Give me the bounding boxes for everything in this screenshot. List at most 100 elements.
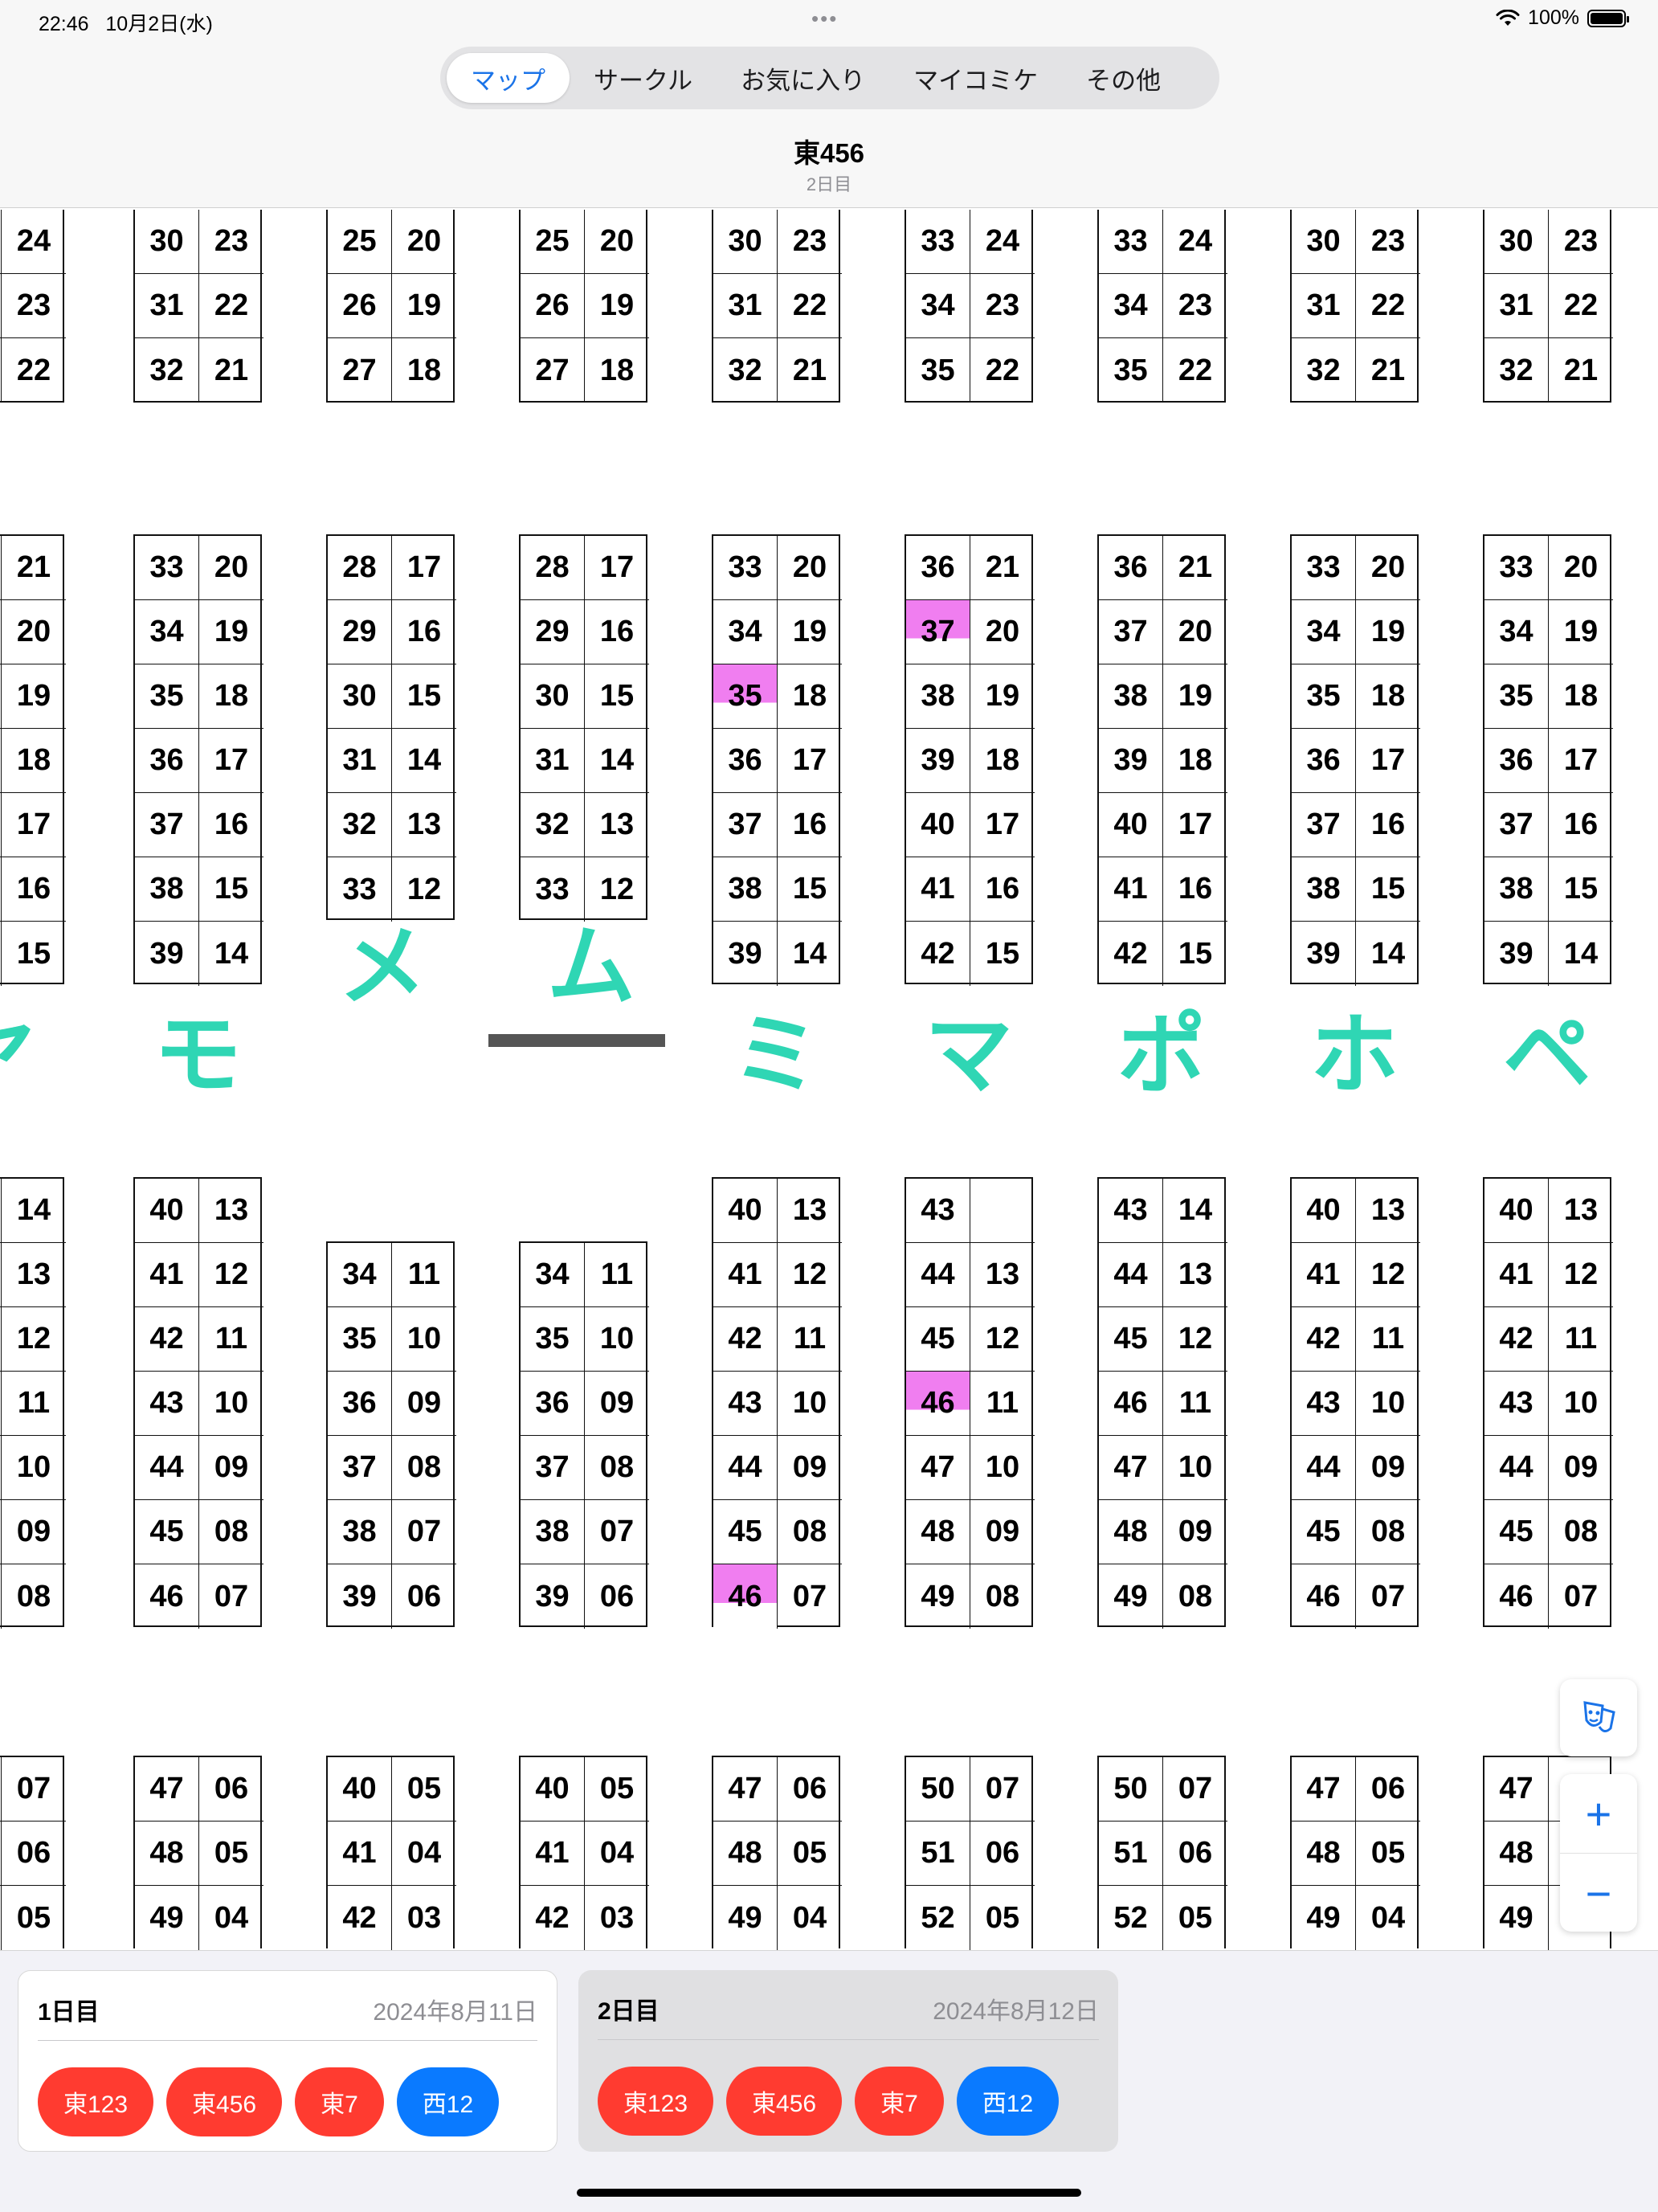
booth-cell[interactable]: 33 (328, 857, 392, 922)
booth-cell[interactable]: 20 (392, 210, 456, 274)
booth-cell[interactable]: 32 (521, 793, 585, 857)
booth-cell[interactable]: 21 (199, 338, 263, 403)
booth-cell[interactable]: 33 (1484, 536, 1549, 600)
booth-cell[interactable]: 29 (521, 600, 585, 664)
booth-cell[interactable]: 41 (521, 1822, 585, 1886)
booth-cell[interactable]: 09 (970, 1500, 1035, 1564)
booth-cell[interactable]: 05 (970, 1886, 1035, 1950)
booth-cell[interactable]: 16 (1356, 793, 1420, 857)
booth-cell[interactable]: 12 (1356, 1243, 1420, 1307)
booth-cell[interactable]: 11 (2, 1372, 66, 1436)
booth-cell[interactable]: 32 (1292, 338, 1356, 403)
booth-cell[interactable]: 20 (585, 210, 649, 274)
booth-cell[interactable]: 45 (906, 1307, 970, 1372)
booth-cell[interactable]: 37 (1292, 793, 1356, 857)
booth-cell[interactable]: 35 (1484, 664, 1549, 729)
booth-cell[interactable]: 14 (392, 729, 456, 793)
booth-cell[interactable]: 18 (1549, 664, 1613, 729)
booth-cell[interactable]: 17 (2, 793, 66, 857)
booth-cell[interactable]: 09 (199, 1436, 263, 1500)
booth-cell[interactable]: 34 (521, 1243, 585, 1307)
tab-other[interactable]: その他 (1062, 53, 1185, 103)
booth-cell[interactable]: 18 (1356, 664, 1420, 729)
booth-cell[interactable]: 18 (392, 338, 456, 403)
booth-cell[interactable]: 12 (585, 857, 649, 922)
booth-cell[interactable]: 18 (199, 664, 263, 729)
booth-cell[interactable]: 40 (328, 1757, 392, 1822)
booth-cell[interactable]: 31 (135, 274, 199, 338)
booth-cell[interactable]: 38 (713, 857, 778, 922)
booth-cell[interactable]: 13 (1356, 1179, 1420, 1243)
booth-cell[interactable]: 08 (970, 1564, 1035, 1629)
booth-cell[interactable]: 11 (199, 1307, 263, 1372)
booth-cell[interactable]: 07 (2, 1757, 66, 1822)
booth-cell[interactable]: 13 (1163, 1243, 1227, 1307)
booth-cell[interactable]: 04 (392, 1822, 456, 1886)
booth-cell[interactable]: 13 (585, 793, 649, 857)
booth-cell[interactable]: 32 (713, 338, 778, 403)
booth-cell[interactable]: 50 (1099, 1757, 1163, 1822)
booth-cell[interactable]: 16 (2, 857, 66, 922)
booth-cell[interactable]: 20 (1549, 536, 1613, 600)
booth-cell[interactable]: 07 (392, 1500, 456, 1564)
booth-cell[interactable]: 04 (778, 1886, 842, 1950)
booth-cell[interactable]: 10 (2, 1436, 66, 1500)
booth-cell[interactable]: 39 (135, 922, 199, 986)
booth-cell[interactable]: 40 (713, 1179, 778, 1243)
booth-cell[interactable]: 38 (328, 1500, 392, 1564)
booth-cell[interactable]: 09 (585, 1372, 649, 1436)
booth-cell[interactable]: 19 (1549, 600, 1613, 664)
booth-cell[interactable]: 10 (1163, 1436, 1227, 1500)
booth-cell[interactable]: 16 (392, 600, 456, 664)
booth-cell[interactable]: 47 (1484, 1757, 1549, 1822)
booth-cell[interactable]: 46 (1099, 1372, 1163, 1436)
booth-cell[interactable]: 43 (1292, 1372, 1356, 1436)
booth-cell[interactable]: 11 (1163, 1372, 1227, 1436)
booth-cell[interactable]: 38 (521, 1500, 585, 1564)
booth-cell[interactable]: 16 (1163, 857, 1227, 922)
booth-cell[interactable]: 47 (713, 1757, 778, 1822)
booth-cell[interactable]: 47 (1292, 1757, 1356, 1822)
booth-cell[interactable]: 11 (778, 1307, 842, 1372)
booth-cell[interactable]: 31 (1484, 274, 1549, 338)
booth-cell[interactable]: 15 (1356, 857, 1420, 922)
booth-cell[interactable]: 34 (713, 600, 778, 664)
booth-cell[interactable]: 11 (1549, 1307, 1613, 1372)
booth-cell[interactable]: 25 (328, 210, 392, 274)
booth-cell[interactable]: 11 (392, 1243, 456, 1307)
booth-cell[interactable]: 44 (135, 1436, 199, 1500)
booth-cell[interactable]: 30 (521, 664, 585, 729)
booth-cell[interactable]: 41 (713, 1243, 778, 1307)
booth-cell[interactable]: 15 (1549, 857, 1613, 922)
booth-cell[interactable]: 42 (1292, 1307, 1356, 1372)
booth-cell[interactable]: 05 (392, 1757, 456, 1822)
booth-cell[interactable]: 43 (1099, 1179, 1163, 1243)
booth-cell[interactable]: 06 (1356, 1757, 1420, 1822)
booth-cell[interactable]: 29 (328, 600, 392, 664)
booth-cell[interactable]: 16 (778, 793, 842, 857)
booth-cell[interactable]: 11 (1356, 1307, 1420, 1372)
booth-cell[interactable]: 22 (199, 274, 263, 338)
booth-cell[interactable]: 08 (392, 1436, 456, 1500)
booth-cell[interactable]: 23 (1356, 210, 1420, 274)
booth-cell[interactable]: 40 (906, 793, 970, 857)
booth-cell[interactable]: 06 (392, 1564, 456, 1629)
booth-cell[interactable]: 33 (1099, 210, 1163, 274)
booth-cell[interactable]: 31 (328, 729, 392, 793)
booth-cell[interactable]: 10 (199, 1372, 263, 1436)
booth-cell[interactable]: 23 (778, 210, 842, 274)
booth-cell[interactable]: 24 (2, 210, 66, 274)
booth-cell[interactable]: 37 (906, 600, 970, 664)
booth-cell[interactable]: 33 (1292, 536, 1356, 600)
booth-cell[interactable]: 28 (328, 536, 392, 600)
booth-cell[interactable]: 38 (906, 664, 970, 729)
booth-cell[interactable]: 22 (1549, 274, 1613, 338)
booth-cell[interactable]: 14 (1549, 922, 1613, 986)
booth-cell[interactable]: 12 (2, 1307, 66, 1372)
booth-cell[interactable]: 42 (1099, 922, 1163, 986)
booth-cell[interactable]: 30 (1484, 210, 1549, 274)
booth-cell[interactable]: 45 (135, 1500, 199, 1564)
booth-cell[interactable]: 46 (135, 1564, 199, 1629)
booth-cell[interactable]: 43 (906, 1179, 970, 1243)
booth-cell[interactable]: 41 (1292, 1243, 1356, 1307)
